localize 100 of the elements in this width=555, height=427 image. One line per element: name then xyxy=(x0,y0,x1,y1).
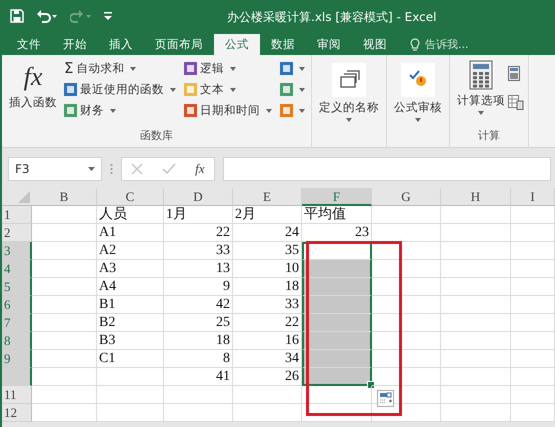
selected-cell[interactable] xyxy=(302,350,372,368)
selected-cell[interactable] xyxy=(302,278,372,296)
selected-cell[interactable] xyxy=(302,314,372,332)
table-cell xyxy=(372,242,441,260)
formula-auditing-button[interactable]: 公式审核 xyxy=(391,61,445,124)
table-cell xyxy=(511,260,555,278)
table-cell xyxy=(302,404,372,422)
table-cell xyxy=(372,368,441,386)
ribbon-tab[interactable]: 插入 xyxy=(98,34,144,55)
grip-icon xyxy=(110,163,113,175)
selected-cell[interactable] xyxy=(302,260,372,278)
table-cell xyxy=(32,386,97,404)
ribbon-tab[interactable]: 数据 xyxy=(260,34,306,55)
column-header[interactable]: C xyxy=(97,188,164,206)
defined-names-button[interactable]: 定义的名称 xyxy=(316,61,382,124)
table-cell: 平均值 xyxy=(302,206,372,224)
ribbon-dropdown-button[interactable]: 日期和时间 xyxy=(182,100,274,121)
table-cell xyxy=(441,242,511,260)
row-header[interactable]: 8 xyxy=(2,332,32,350)
column-header[interactable]: I xyxy=(511,188,555,206)
check-icon[interactable] xyxy=(162,163,176,175)
table-cell: 42 xyxy=(164,296,233,314)
table-cell: A1 xyxy=(97,224,164,242)
ribbon-dropdown-button[interactable]: 最近使用的函数 xyxy=(62,79,178,100)
table-cell xyxy=(32,260,97,278)
sheet-calculator-icon[interactable] xyxy=(508,95,524,110)
table-cell xyxy=(441,260,511,278)
selected-cell[interactable] xyxy=(302,296,372,314)
ribbon-dropdown-button[interactable]: Σ 自动求和 xyxy=(62,58,178,79)
table-cell: 41 xyxy=(164,368,233,386)
caret-icon xyxy=(130,66,136,70)
insert-function-button[interactable]: fx 插入函数 xyxy=(6,58,60,128)
caret-icon xyxy=(170,88,176,92)
function-category-icon xyxy=(280,62,293,75)
column-header[interactable]: D xyxy=(164,188,233,206)
column-header[interactable]: B xyxy=(32,188,97,206)
calculator-icon xyxy=(469,60,493,90)
quick-analysis-icon[interactable] xyxy=(377,390,394,407)
row-header[interactable]: 5 xyxy=(2,278,32,296)
table-cell: A2 xyxy=(97,242,164,260)
row-header[interactable]: 2 xyxy=(2,224,32,242)
table-cell xyxy=(372,278,441,296)
table-cell xyxy=(233,404,302,422)
column-header[interactable]: G xyxy=(372,188,441,206)
function-category-icon xyxy=(280,83,293,96)
table-cell xyxy=(372,350,441,368)
table-cell: 2月 xyxy=(233,206,302,224)
ribbon-tab[interactable]: 开始 xyxy=(52,34,98,55)
save-icon[interactable] xyxy=(10,9,24,23)
selected-cell[interactable] xyxy=(302,332,372,350)
formula-input[interactable] xyxy=(223,157,551,181)
column-header[interactable]: E xyxy=(233,188,302,206)
column-header[interactable]: H xyxy=(441,188,511,206)
row-header[interactable]: 1 xyxy=(2,206,32,224)
table-cell xyxy=(97,404,164,422)
caret-icon xyxy=(299,66,305,70)
table-cell xyxy=(164,386,233,404)
ribbon-tab[interactable]: 公式 xyxy=(214,34,260,55)
fill-handle[interactable] xyxy=(367,381,375,389)
table-cell xyxy=(32,368,97,386)
selected-cell[interactable] xyxy=(302,368,372,386)
ribbon-tab[interactable]: 页面布局 xyxy=(144,34,214,55)
row-header[interactable] xyxy=(2,368,32,386)
ribbon-dropdown-button[interactable]: 财务 xyxy=(62,100,178,121)
ribbon-dropdown-button[interactable]: 文本 xyxy=(182,79,274,100)
name-box[interactable]: F3 xyxy=(8,157,102,181)
insert-function-icon[interactable]: fx xyxy=(195,161,205,177)
row-header[interactable]: 4 xyxy=(2,260,32,278)
caret-icon xyxy=(299,108,305,112)
ribbon-tab[interactable]: 审阅 xyxy=(306,34,352,55)
table-cell xyxy=(97,386,164,404)
table-cell: 9 xyxy=(164,278,233,296)
ribbon-tab[interactable]: 文件 xyxy=(6,34,52,55)
row-header[interactable]: 6 xyxy=(2,296,32,314)
row-header[interactable]: 9 xyxy=(2,350,32,368)
undo-icon[interactable] xyxy=(36,9,58,23)
ribbon-dropdown-button[interactable]: 逻辑 xyxy=(182,58,274,79)
group-label: 计算 xyxy=(477,128,501,144)
row-header[interactable]: 3 xyxy=(2,242,32,260)
table-cell: 18 xyxy=(164,332,233,350)
function-category-icon xyxy=(64,104,77,117)
column-header[interactable]: F xyxy=(302,188,372,206)
calculation-options-button[interactable]: 计算选项 xyxy=(454,58,508,128)
table-cell xyxy=(441,206,511,224)
table-cell: 24 xyxy=(233,224,302,242)
customize-icon[interactable] xyxy=(104,11,112,21)
table-cell xyxy=(32,350,97,368)
row-header[interactable]: 11 xyxy=(2,386,32,404)
table-cell xyxy=(372,260,441,278)
table-cell xyxy=(32,332,97,350)
table-cell: 13 xyxy=(164,260,233,278)
table-cell xyxy=(511,386,555,404)
table-cell xyxy=(511,206,555,224)
tell-me-field[interactable]: 告诉我... xyxy=(423,37,487,52)
table-cell: B1 xyxy=(97,296,164,314)
row-header[interactable]: 7 xyxy=(2,314,32,332)
name-tag-icon xyxy=(332,63,366,97)
row-header[interactable]: 12 xyxy=(2,404,32,422)
ribbon-tab[interactable]: 视图 xyxy=(352,34,398,55)
calculator-icon[interactable] xyxy=(508,66,520,81)
